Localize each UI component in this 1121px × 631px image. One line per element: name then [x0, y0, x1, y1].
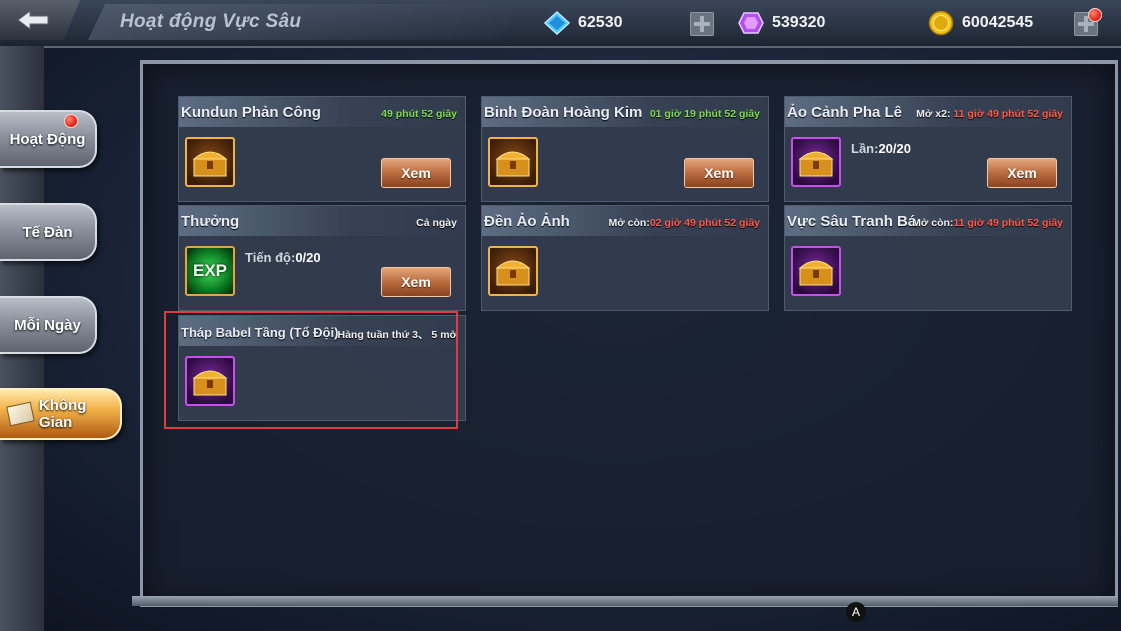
notification-dot-icon	[1088, 8, 1102, 22]
book-icon	[6, 401, 35, 427]
crystal-counter: 539320	[738, 10, 825, 36]
overlay-badge: A	[846, 602, 866, 622]
sidebar-item-hoat-dong[interactable]: Hoạt Động	[0, 110, 97, 168]
sidebar-item-label: Tế Đàn	[22, 223, 73, 241]
card-title: Ảo Cảnh Pha Lê	[787, 104, 903, 121]
view-button[interactable]: Xem	[987, 158, 1057, 188]
activity-card-ao-canh: Ảo Cảnh Pha Lê Mở x2: 11 giờ 49 phút 52 …	[784, 96, 1072, 202]
activity-card-kundun: Kundun Phản Công 49 phút 52 giây Xem	[178, 96, 466, 202]
sidebar-item-label: Mỗi Ngày	[14, 316, 81, 334]
sidebar-item-label: Không Gian	[38, 397, 87, 431]
gold-amount: 60042545	[962, 14, 1034, 31]
back-button[interactable]	[0, 0, 80, 40]
activity-card-thuong: Thưởng Cả ngày EXP Tiến độ:0/20 Xem	[178, 205, 466, 311]
view-button[interactable]: Xem	[381, 267, 451, 297]
treasure-chest-icon[interactable]	[488, 137, 538, 187]
card-timer: 49 phút 52 giây	[381, 108, 457, 120]
page-title: Hoạt động Vực Sâu	[120, 11, 302, 32]
diamond-amount: 62530	[578, 14, 623, 31]
activity-card-binh-doan: Binh Đoàn Hoàng Kim 01 giờ 19 phút 52 gi…	[481, 96, 769, 202]
treasure-chest-icon[interactable]	[488, 246, 538, 296]
card-timer: Mở còn:11 giờ 49 phút 52 giây	[912, 217, 1063, 229]
crystal-amount: 539320	[772, 14, 826, 31]
card-title: Đền Ảo Ảnh	[484, 213, 570, 230]
panel-frame	[132, 596, 1118, 606]
gold-coin-icon	[928, 10, 954, 36]
card-title: Vực Sâu Tranh Bá	[787, 213, 917, 230]
crystal-icon	[738, 12, 764, 34]
card-timer: Mở còn:02 giờ 49 phút 52 giây	[608, 217, 760, 229]
back-arrow-icon	[17, 10, 49, 30]
treasure-chest-icon[interactable]	[791, 137, 841, 187]
card-title: Binh Đoàn Hoàng Kim	[484, 104, 643, 121]
exp-orb-icon[interactable]: EXP	[185, 246, 235, 296]
card-title: Kundun Phản Công	[181, 104, 321, 121]
sidebar-item-moi-ngay[interactable]: Mỗi Ngày	[0, 296, 97, 354]
top-bar: Hoạt động Vực Sâu 62530 539320 60042545	[0, 0, 1121, 48]
diamond-counter: 62530	[544, 10, 623, 36]
progress-counter: Tiến độ:0/20	[245, 250, 321, 265]
activity-card-den-ao-anh: Đền Ảo Ảnh Mở còn:02 giờ 49 phút 52 giây	[481, 205, 769, 311]
sidebar-item-te-dan[interactable]: Tế Đàn	[0, 203, 97, 261]
notification-dot-icon	[64, 114, 78, 128]
card-title: Thưởng	[181, 213, 240, 230]
attempts-counter: Lần:20/20	[851, 141, 911, 156]
sidebar-item-khong-gian[interactable]: Không Gian	[0, 388, 122, 440]
card-timer: Mở x2: 11 giờ 49 phút 52 giây	[916, 108, 1063, 120]
treasure-chest-icon[interactable]	[791, 246, 841, 296]
add-diamonds-button[interactable]	[690, 12, 714, 36]
activity-card-vuc-sau-tranh-ba: Vực Sâu Tranh Bá Mở còn:11 giờ 49 phút 5…	[784, 205, 1072, 311]
card-timer: Cả ngày	[416, 217, 457, 229]
card-timer: 01 giờ 19 phút 52 giây	[649, 108, 760, 120]
gold-counter: 60042545	[928, 10, 1033, 36]
view-button[interactable]: Xem	[381, 158, 451, 188]
treasure-chest-icon[interactable]	[185, 137, 235, 187]
selection-highlight	[164, 311, 458, 429]
view-button[interactable]: Xem	[684, 158, 754, 188]
diamond-icon	[544, 11, 570, 35]
sidebar-item-label: Hoạt Động	[9, 130, 86, 148]
